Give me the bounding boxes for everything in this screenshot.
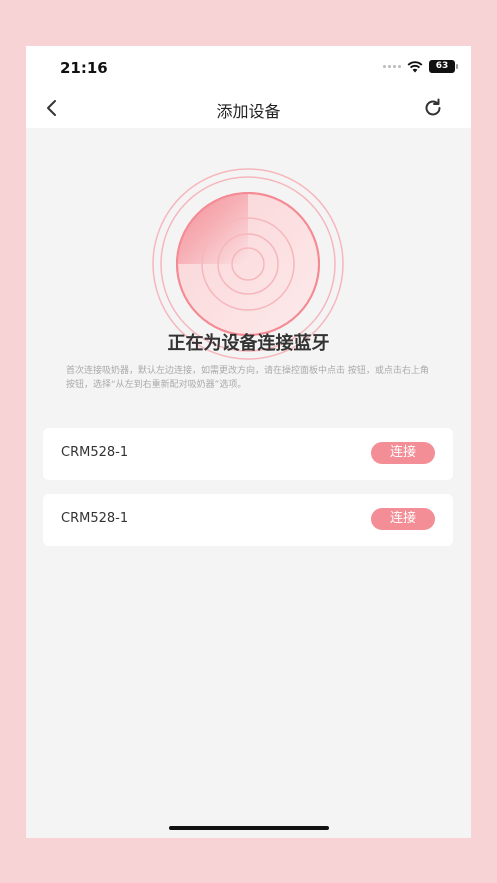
battery-icon: 63: [429, 60, 458, 73]
device-name: CRM528-1: [61, 445, 129, 460]
phone-screen: 21:16 63 添加设备 正在为设备连接蓝牙 首次连接吸奶器，默认左边连接，如…: [26, 46, 471, 838]
status-bar: 21:16 63: [26, 46, 471, 88]
page-title: 添加设备: [216, 102, 281, 121]
refresh-icon[interactable]: [421, 96, 445, 120]
connect-button[interactable]: 连接: [371, 442, 435, 464]
pairing-instructions: 首次连接吸奶器，默认左边连接，如需更改方向，请在操控面板中点击 按钮，或点击右上…: [66, 366, 429, 390]
device-name: CRM528-1: [61, 511, 129, 526]
device-card[interactable]: CRM528-1 连接: [43, 428, 453, 480]
status-icons: 63: [383, 60, 458, 73]
home-indicator[interactable]: [169, 826, 329, 830]
connecting-title: 正在为设备连接蓝牙: [167, 333, 330, 354]
nav-bar: 添加设备: [26, 88, 471, 128]
status-time: 21:16: [60, 59, 108, 77]
signal-icon: [383, 65, 401, 68]
device-card[interactable]: CRM528-1 连接: [43, 494, 453, 546]
wifi-icon: [407, 60, 423, 72]
connect-button[interactable]: 连接: [371, 508, 435, 530]
